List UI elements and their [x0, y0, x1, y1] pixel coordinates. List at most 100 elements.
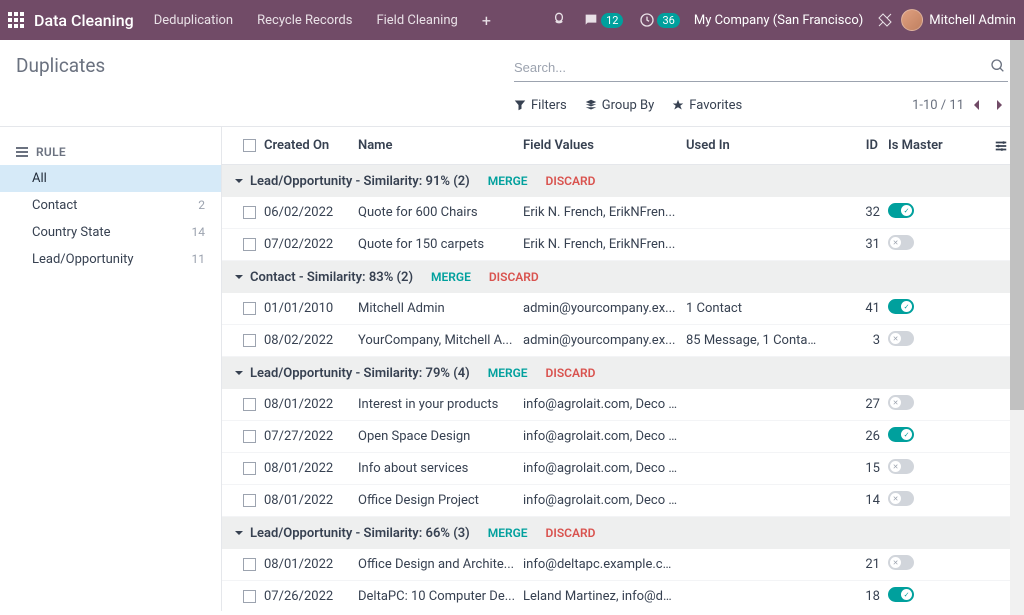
master-toggle[interactable]	[888, 331, 914, 346]
discard-button[interactable]: DISCARD	[489, 270, 539, 284]
app-name[interactable]: Data Cleaning	[34, 11, 134, 30]
table-row[interactable]: 07/27/2022Open Space Designinfo@agrolait…	[222, 421, 1024, 453]
nav-recycle[interactable]: Recycle Records	[257, 13, 352, 28]
search-icon[interactable]	[990, 58, 1006, 74]
sidebar-item[interactable]: Contact2	[0, 192, 221, 219]
table-row[interactable]: 08/02/2022YourCompany, Mitchell A...admi…	[222, 325, 1024, 357]
sidebar-item[interactable]: Country State 14	[0, 219, 221, 246]
master-toggle[interactable]	[888, 203, 914, 218]
cell-created: 07/27/2022	[264, 429, 358, 444]
col-name[interactable]: Name	[358, 138, 523, 153]
cell-name: Info about services	[358, 461, 523, 476]
cell-field-values: Erik N. French, ErikNFren...	[523, 205, 686, 220]
sidebar-item-label: Country State	[32, 225, 111, 240]
control-panel: Duplicates Filters Group By Favorites 1-…	[0, 40, 1024, 114]
merge-button[interactable]: MERGE	[488, 366, 528, 380]
cell-created: 06/02/2022	[264, 205, 358, 220]
row-checkbox[interactable]	[243, 462, 256, 475]
merge-button[interactable]: MERGE	[488, 526, 528, 540]
nav-deduplication[interactable]: Deduplication	[154, 13, 233, 28]
row-checkbox[interactable]	[243, 334, 256, 347]
table-row[interactable]: 08/01/2022Interest in your productsinfo@…	[222, 389, 1024, 421]
group-label: Lead/Opportunity - Similarity: 79% (4)	[250, 366, 470, 381]
sidebar-item[interactable]: All	[0, 165, 221, 192]
cell-name: Interest in your products	[358, 397, 523, 412]
master-toggle[interactable]	[888, 395, 914, 410]
discard-button[interactable]: DISCARD	[546, 526, 596, 540]
nav-add-icon[interactable]: +	[482, 11, 491, 30]
nav-field-cleaning[interactable]: Field Cleaning	[376, 13, 457, 28]
pager-next[interactable]	[990, 96, 1008, 114]
merge-button[interactable]: MERGE	[488, 174, 528, 188]
cell-used-in: 85 Message, 1 Contact, 1...	[686, 333, 828, 348]
activity-icon[interactable]: 36	[639, 12, 679, 28]
sidebar-item[interactable]: Lead/Opportunity11	[0, 246, 221, 273]
adjust-columns-icon[interactable]	[994, 139, 1008, 153]
discard-button[interactable]: DISCARD	[546, 174, 596, 188]
group-row[interactable]: Lead/Opportunity - Similarity: 79% (4) ME…	[222, 357, 1024, 389]
table-row[interactable]: 08/01/2022Info about servicesinfo@agrola…	[222, 453, 1024, 485]
row-checkbox[interactable]	[243, 558, 256, 571]
row-checkbox[interactable]	[243, 590, 256, 603]
tools-icon[interactable]	[877, 12, 893, 28]
discard-button[interactable]: DISCARD	[546, 366, 596, 380]
table-row[interactable]: 06/02/2022Quote for 600 ChairsErik N. Fr…	[222, 197, 1024, 229]
col-field-values[interactable]: Field Values	[523, 138, 686, 153]
col-created[interactable]: Created On	[264, 138, 358, 153]
master-toggle[interactable]	[888, 427, 914, 442]
row-checkbox[interactable]	[243, 494, 256, 507]
topbar: Data Cleaning Deduplication Recycle Reco…	[0, 0, 1024, 40]
cell-field-values: info@agrolait.com, Deco ...	[523, 397, 686, 412]
scrollbar[interactable]	[1010, 40, 1024, 615]
row-checkbox[interactable]	[243, 430, 256, 443]
master-toggle[interactable]	[888, 299, 914, 314]
messages-icon[interactable]: 12	[583, 12, 623, 28]
sidebar-item-count: 2	[198, 198, 205, 213]
table-row[interactable]: 08/01/2022Office Design Projectinfo@agro…	[222, 485, 1024, 517]
group-row[interactable]: Lead/Opportunity - Similarity: 91% (2)ME…	[222, 165, 1024, 197]
groupby-button[interactable]: Group By	[585, 98, 655, 113]
cell-master	[888, 427, 952, 446]
cell-name: Quote for 150 carpets	[358, 237, 523, 252]
col-is-master[interactable]: Is Master	[888, 138, 952, 153]
cell-id: 26	[828, 429, 888, 444]
master-toggle[interactable]	[888, 587, 914, 602]
table-row[interactable]: 01/01/2010Mitchell Adminadmin@yourcompan…	[222, 293, 1024, 325]
cell-master	[888, 587, 952, 606]
search-input[interactable]	[514, 60, 1008, 75]
table-row[interactable]: 08/01/2022Office Design and Archite...in…	[222, 549, 1024, 581]
cell-created: 07/26/2022	[264, 589, 358, 604]
row-checkbox[interactable]	[243, 206, 256, 219]
group-row[interactable]: Contact - Similarity: 83% (2)MERGEDISCAR…	[222, 261, 1024, 293]
table-row[interactable]: 07/26/2022DeltaPC: 10 Computer De...Lela…	[222, 581, 1024, 611]
select-all-checkbox[interactable]	[243, 139, 256, 152]
master-toggle[interactable]	[888, 491, 914, 506]
cell-used-in: 1 Contact	[686, 301, 828, 316]
user-name[interactable]: Mitchell Admin	[929, 13, 1016, 28]
main: RULE AllContact2Country State14Lead/Oppo…	[0, 126, 1024, 611]
pager-prev[interactable]	[968, 96, 986, 114]
cell-id: 41	[828, 301, 888, 316]
layers-icon	[585, 99, 597, 111]
row-checkbox[interactable]	[243, 302, 256, 315]
filters-button[interactable]: Filters	[514, 98, 567, 113]
merge-button[interactable]: MERGE	[431, 270, 471, 284]
master-toggle[interactable]	[888, 459, 914, 474]
table-row[interactable]: 07/02/2022Quote for 150 carpetsErik N. F…	[222, 229, 1024, 261]
pager-text[interactable]: 1-10 / 11	[912, 98, 964, 113]
apps-icon[interactable]	[8, 12, 24, 28]
col-used-in[interactable]: Used In	[686, 138, 828, 153]
group-row[interactable]: Lead/Opportunity - Similarity: 66% (3)ME…	[222, 517, 1024, 549]
master-toggle[interactable]	[888, 555, 914, 570]
company-selector[interactable]: My Company (San Francisco)	[694, 13, 863, 28]
master-toggle[interactable]	[888, 235, 914, 250]
row-checkbox[interactable]	[243, 398, 256, 411]
scrollbar-thumb[interactable]	[1010, 40, 1024, 410]
col-id[interactable]: ID	[828, 138, 888, 153]
phone-icon[interactable]	[551, 12, 567, 28]
favorites-button[interactable]: Favorites	[672, 98, 742, 113]
row-checkbox[interactable]	[243, 238, 256, 251]
sidebar-item-count: 14	[192, 225, 206, 240]
avatar[interactable]	[901, 9, 923, 31]
cell-field-values: Erik N. French, ErikNFren...	[523, 237, 686, 252]
